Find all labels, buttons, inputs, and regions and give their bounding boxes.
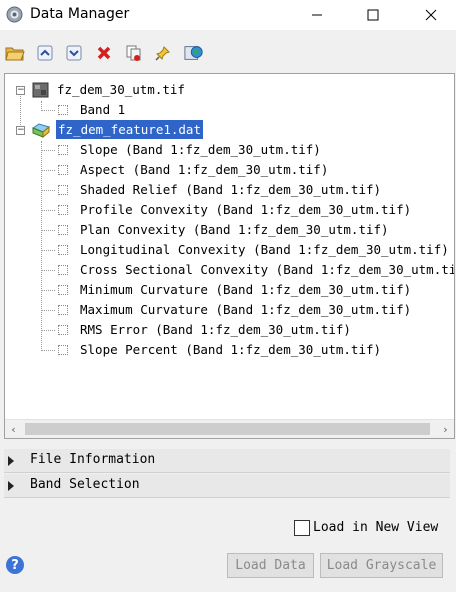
tree-connector [41,150,55,151]
tree-band-node[interactable]: Plan Convexity (Band 1:fz_dem_30_utm.tif… [80,220,389,239]
band-checkbox[interactable] [58,265,68,275]
maximize-button[interactable] [350,0,396,30]
tree-connector [41,330,55,331]
tree-band-node[interactable]: Maximum Curvature (Band 1:fz_dem_30_utm.… [80,300,411,319]
feature-file-icon [31,122,51,142]
band-checkbox[interactable] [58,285,68,295]
tree-connector [41,230,55,231]
tree-band-node[interactable]: RMS Error (Band 1:fz_dem_30_utm.tif) [80,320,351,339]
band-checkbox[interactable] [58,245,68,255]
tree-band-node[interactable]: Slope (Band 1:fz_dem_30_utm.tif) [80,140,321,159]
tree-band-node[interactable]: Band 1 [80,100,125,119]
view-globe-icon[interactable] [184,42,204,64]
tree-band-node[interactable]: Cross Sectional Convexity (Band 1:fz_dem… [80,260,454,279]
scroll-thumb[interactable] [25,423,430,435]
band-checkbox[interactable] [58,185,68,195]
section-label: Band Selection [30,477,140,492]
collapse-toggle[interactable]: − [16,126,25,135]
band-checkbox[interactable] [58,225,68,235]
load-new-view-checkbox[interactable] [294,520,310,536]
tree-connector [20,91,21,127]
tree-band-node[interactable]: Minimum Curvature (Band 1:fz_dem_30_utm.… [80,280,411,299]
tree-connector [41,270,55,271]
title-bar: Data Manager [0,0,456,30]
file-information-section[interactable]: File Information [4,449,450,473]
band-selection-section[interactable]: Band Selection [4,474,450,498]
horizontal-scrollbar[interactable]: ‹ › [5,419,454,438]
tree-connector [41,170,55,171]
tree-connector [41,250,55,251]
section-label: File Information [30,452,156,467]
window-title: Data Manager [30,6,130,22]
expand-down-icon[interactable] [64,42,84,64]
tree-band-node[interactable]: Aspect (Band 1:fz_dem_30_utm.tif) [80,160,328,179]
scroll-left-arrow-icon[interactable]: ‹ [5,420,22,438]
collapse-toggle[interactable]: − [16,86,25,95]
load-grayscale-button[interactable]: Load Grayscale [320,553,443,578]
expand-arrow-icon [8,481,14,491]
collapse-up-icon[interactable] [35,42,55,64]
tree-connector [41,190,55,191]
raster-file-icon [32,82,49,102]
tree-content: − fz_dem_30_utm.tif Band 1 − fz_dem_feat… [5,74,454,419]
pin-icon[interactable] [153,42,173,64]
copy-files-icon[interactable] [124,42,144,64]
load-new-view-label: Load in New View [313,520,439,535]
tree-file-node-selected[interactable]: fz_dem_feature1.dat [56,120,203,139]
app-globe-icon [6,6,23,23]
band-checkbox[interactable] [58,145,68,155]
tree-connector [41,350,55,351]
tree-connector [41,210,55,211]
tree-connector [41,110,55,111]
band-checkbox[interactable] [58,205,68,215]
expand-arrow-icon [8,456,14,466]
close-button[interactable] [408,0,454,30]
band-checkbox[interactable] [58,305,68,315]
tree-connector [41,310,55,311]
minimize-button[interactable] [294,0,340,30]
tree-band-node[interactable]: Longitudinal Convexity (Band 1:fz_dem_30… [80,240,449,259]
band-checkbox[interactable] [58,345,68,355]
tree-band-node[interactable]: Profile Convexity (Band 1:fz_dem_30_utm.… [80,200,411,219]
tree-band-node[interactable]: Slope Percent (Band 1:fz_dem_30_utm.tif) [80,340,381,359]
data-tree[interactable]: − fz_dem_30_utm.tif Band 1 − fz_dem_feat… [4,73,455,439]
scroll-right-arrow-icon[interactable]: › [437,420,454,438]
band-checkbox[interactable] [58,105,68,115]
tree-connector [41,141,42,351]
band-checkbox[interactable] [58,165,68,175]
tree-connector [41,290,55,291]
tree-band-node[interactable]: Shaded Relief (Band 1:fz_dem_30_utm.tif) [80,180,381,199]
tree-file-node[interactable]: fz_dem_30_utm.tif [57,80,185,99]
open-folder-icon[interactable] [5,42,25,64]
close-red-x-icon[interactable] [94,42,114,64]
help-icon[interactable]: ? [6,556,24,574]
load-data-button[interactable]: Load Data [227,553,314,578]
toolbar [0,38,456,68]
band-checkbox[interactable] [58,325,68,335]
